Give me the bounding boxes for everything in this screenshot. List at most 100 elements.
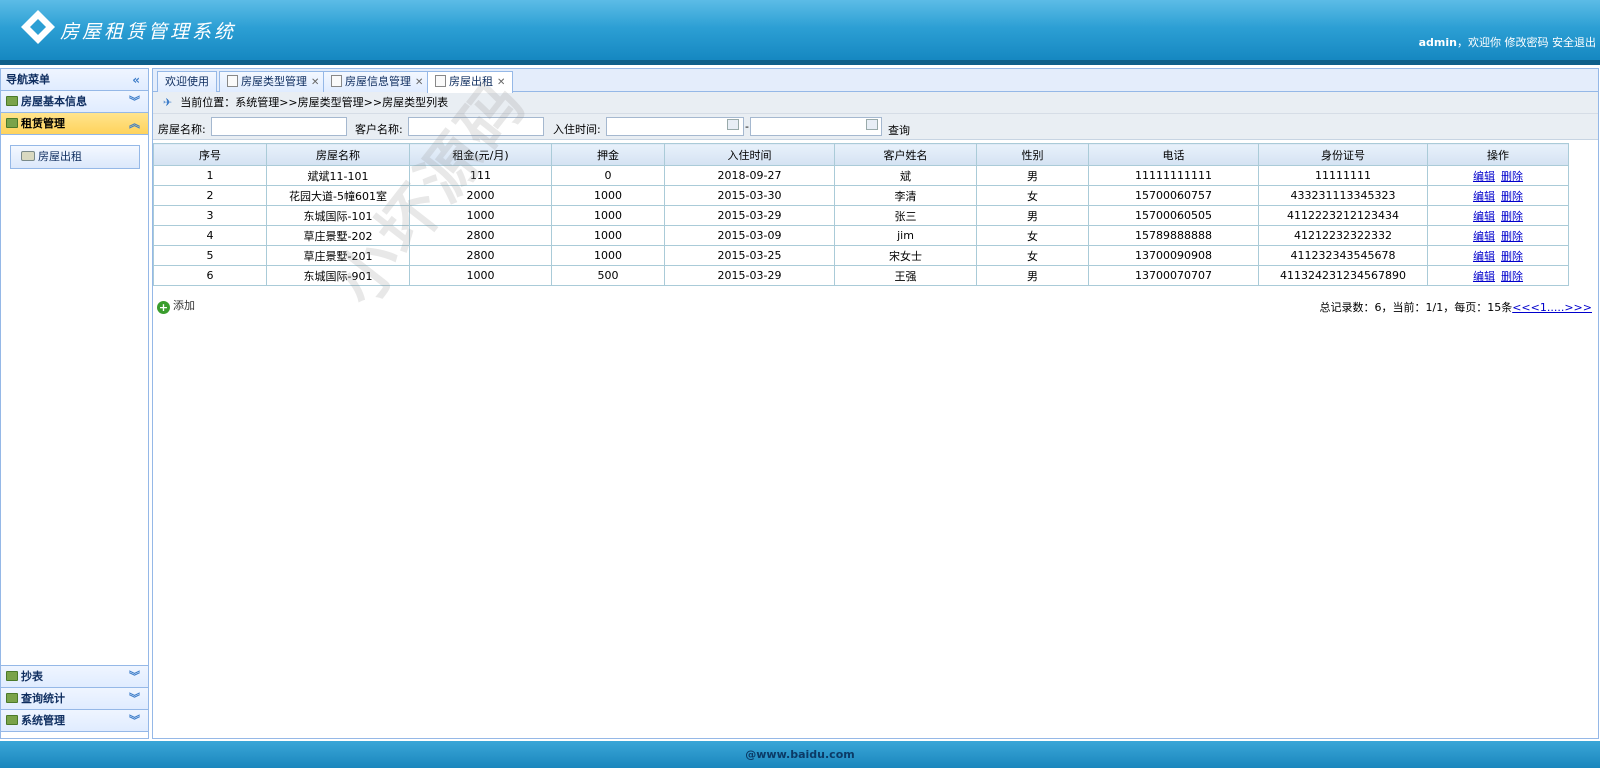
chevron-down-icon: ︾ [129,692,140,705]
table-cell: 11111111 [1258,165,1428,186]
table-cell: 2015-03-30 [664,185,835,206]
pager: 总记录数：6，当前：1/1，每页：15条<<<1.....>>> [1320,299,1593,315]
sidebar-item-house-rent[interactable]: 房屋出租 [10,145,140,169]
table-cell: 2015-03-25 [664,245,835,266]
tab-house-info[interactable]: 房屋信息管理 ✕ [323,71,432,92]
book-icon [6,96,18,106]
tab-house-type[interactable]: 房屋类型管理 ✕ [219,71,328,92]
sidebar-section-lease[interactable]: 租赁管理 ︽ [1,113,148,135]
main-panel: 欢迎使用 房屋类型管理 ✕ 房屋信息管理 ✕ 房屋出租 ✕ ✈ 当前位置：系统管理>>房… [152,68,1599,739]
sidebar-section-query-stats[interactable]: 查询统计 ︾ [1,688,148,710]
table-cell: 13700070707 [1088,265,1259,286]
table-cell: 1 [153,165,267,186]
collapse-sidebar-icon[interactable]: « [132,69,140,91]
footer-bar: @www.baidu.com [0,741,1600,768]
table-cell: 111 [409,165,552,186]
checkin-start-input[interactable] [606,117,744,136]
actions-cell: 编辑 删除 [1427,185,1569,206]
table-row: 1 斌斌11-101 111 0 2018-09-27 斌男 11111111111 1111… [153,165,1569,186]
chevron-down-icon: ︾ [129,714,140,727]
house-name-input[interactable] [211,117,347,136]
pager-links[interactable]: <<<1.....>>> [1512,301,1592,314]
table-cell: 男 [976,205,1089,226]
add-icon: + [157,301,170,314]
edit-link[interactable]: 编辑 [1473,270,1495,283]
table-cell: 东城国际-901 [266,265,410,286]
chevron-up-icon: ︽ [129,117,140,130]
tab-welcome[interactable]: 欢迎使用 [157,71,217,92]
sidebar-section-system[interactable]: 系统管理 ︾ [1,710,148,732]
app-logo: 房屋租赁管理系统 [18,8,233,48]
delete-link[interactable]: 删除 [1501,250,1523,263]
house-name-label: 房屋名称: [158,123,206,136]
add-button[interactable]: + 添加 [157,297,195,314]
sidebar-section-house-info[interactable]: 房屋基本信息 ︾ [1,91,148,113]
table-cell: 1000 [551,225,665,246]
delete-link[interactable]: 删除 [1501,270,1523,283]
close-icon[interactable]: ✕ [497,77,505,88]
close-icon[interactable]: ✕ [311,77,319,88]
lease-section-body: 房屋出租 [1,135,148,666]
table-row: 5 草庄景墅-201 2800 1000 2015-03-25 宋女士女 137000909… [153,245,1569,266]
table-cell: 草庄景墅-201 [266,245,410,266]
delete-link[interactable]: 删除 [1501,210,1523,223]
table-cell: 1000 [409,205,552,226]
checkin-end-input[interactable] [750,117,882,136]
table-cell: 6 [153,265,267,286]
actions-cell: 编辑 删除 [1427,265,1569,286]
actions-cell: 编辑 删除 [1427,225,1569,246]
table-cell: 2015-03-09 [664,225,835,246]
table-cell: 5 [153,245,267,266]
table-cell: 1000 [409,265,552,286]
column-header: 入住时间 [664,143,835,166]
table-row: 4 草庄景墅-202 2800 1000 2015-03-09 jim 女 157898888… [153,225,1569,246]
table-cell: 15789888888 [1088,225,1259,246]
book-icon [6,715,18,725]
delete-link[interactable]: 删除 [1501,190,1523,203]
filter-bar: 房屋名称: 客户名称: 入住时间: - 查询 [153,114,1598,140]
chevron-down-icon: ︾ [129,95,140,108]
menu-item-label: 房屋出租 [38,150,82,163]
sidebar-title: 导航菜单 « [1,69,148,91]
query-button[interactable]: 查询 [888,122,910,138]
welcome-text: ，欢迎你 [1457,36,1501,49]
close-icon[interactable]: ✕ [415,77,423,88]
column-header: 身份证号 [1258,143,1428,166]
user-area: admin，欢迎你 修改密码 安全退出 [1419,34,1596,50]
book-icon [6,118,18,128]
calendar-icon[interactable] [727,119,739,130]
section-label: 抄表 [21,670,43,683]
tab-house-rent[interactable]: 房屋出租 ✕ [427,71,514,93]
actions-cell: 编辑 删除 [1427,205,1569,226]
edit-link[interactable]: 编辑 [1473,250,1495,263]
calendar-icon[interactable] [866,119,878,130]
table-cell: 2800 [409,245,552,266]
edit-link[interactable]: 编辑 [1473,190,1495,203]
sidebar-section-meter[interactable]: 抄表 ︾ [1,666,148,688]
actions-cell: 编辑 删除 [1427,245,1569,266]
change-password-link[interactable]: 修改密码 [1505,36,1549,49]
section-label: 系统管理 [21,714,65,727]
delete-link[interactable]: 删除 [1501,230,1523,243]
table-cell: 3 [153,205,267,226]
edit-link[interactable]: 编辑 [1473,170,1495,183]
delete-link[interactable]: 删除 [1501,170,1523,183]
table-cell: 0 [551,165,665,186]
footer-text: @www.baidu.com [745,748,855,761]
edit-link[interactable]: 编辑 [1473,210,1495,223]
table-cell: 411232343545678 [1258,245,1428,266]
edit-link[interactable]: 编辑 [1473,230,1495,243]
table-cell: 4 [153,225,267,246]
column-header: 客户姓名 [834,143,977,166]
table-header-row: 序号 房屋名称 租金(元/月) 押金 入住时间 客户姓名 性别 电话 身份证号 操作 [153,143,1569,166]
customer-name-label: 客户名称: [355,123,403,136]
section-label: 查询统计 [21,692,65,705]
customer-name-input[interactable] [408,117,544,136]
table-cell: 411324231234567890 [1258,265,1428,286]
column-header: 租金(元/月) [409,143,552,166]
header-divider [0,60,1600,65]
logout-link[interactable]: 安全退出 [1552,36,1596,49]
table-cell: 1000 [551,185,665,206]
actions-cell: 编辑 删除 [1427,165,1569,186]
table-row: 3 东城国际-101 1000 1000 2015-03-29 张三男 1570006050… [153,205,1569,226]
